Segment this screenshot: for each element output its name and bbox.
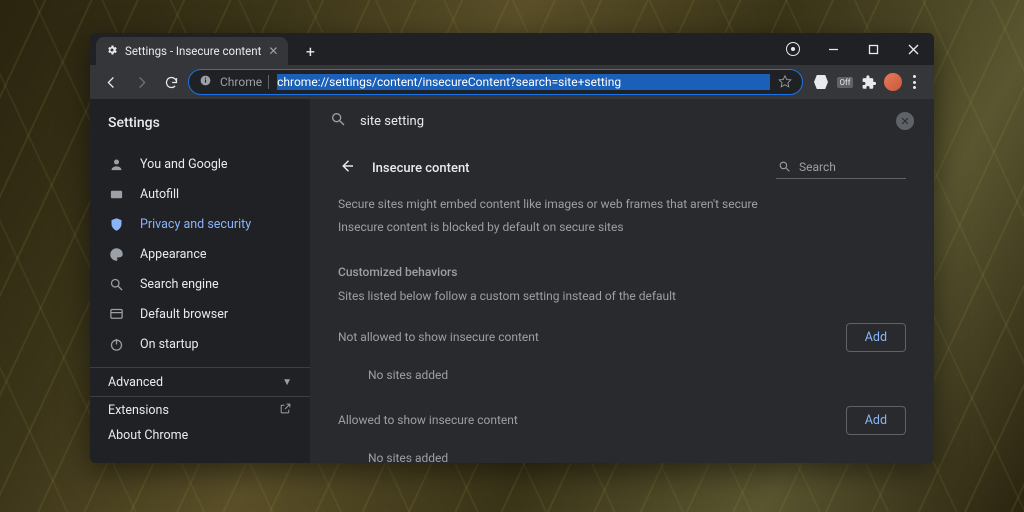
- sidebar-item-privacy[interactable]: Privacy and security: [90, 209, 310, 239]
- sidebar-extensions-link[interactable]: Extensions: [90, 396, 310, 422]
- tab-title: Settings - Insecure content: [125, 44, 261, 58]
- close-button[interactable]: [896, 35, 930, 63]
- clear-search-button[interactable]: ✕: [896, 112, 914, 130]
- window-controls: [776, 33, 934, 65]
- settings-sidebar: Settings You and Google Autofill Privacy…: [90, 99, 310, 463]
- shield-icon: [108, 216, 124, 232]
- power-icon: [108, 336, 124, 352]
- maximize-button[interactable]: [856, 35, 890, 63]
- url-text: chrome://settings/content/insecureConten…: [277, 74, 770, 90]
- search-icon: [778, 160, 791, 173]
- sidebar-item-autofill[interactable]: Autofill: [90, 179, 310, 209]
- settings-search-bar: ✕: [310, 99, 934, 143]
- add-button[interactable]: Add: [846, 323, 906, 352]
- empty-state: No sites added: [338, 360, 906, 402]
- sidebar-item-appearance[interactable]: Appearance: [90, 239, 310, 269]
- autofill-icon: [108, 186, 124, 202]
- sidebar-about-link[interactable]: About Chrome: [90, 423, 310, 449]
- content-area: Settings You and Google Autofill Privacy…: [90, 99, 934, 463]
- sidebar-item-label: Search engine: [140, 277, 219, 292]
- extensions-icon[interactable]: [859, 72, 879, 92]
- row-label: Not allowed to show insecure content: [338, 330, 539, 344]
- not-allowed-row: Not allowed to show insecure content Add: [338, 319, 906, 360]
- avatar[interactable]: [883, 72, 903, 92]
- sidebar-item-on-startup[interactable]: On startup: [90, 329, 310, 359]
- bookmark-icon[interactable]: [778, 74, 792, 91]
- appearance-icon: [108, 246, 124, 262]
- page-search-placeholder: Search: [799, 160, 836, 174]
- reload-button[interactable]: [158, 69, 184, 95]
- page-description: Secure sites might embed content like im…: [338, 193, 906, 257]
- extensions-area: Off: [807, 72, 926, 92]
- sidebar-item-label: Privacy and security: [140, 217, 251, 232]
- back-button[interactable]: [98, 69, 124, 95]
- sidebar-item-you-and-google[interactable]: You and Google: [90, 149, 310, 179]
- allowed-row: Allowed to show insecure content Add: [338, 402, 906, 443]
- off-ext-icon[interactable]: Off: [835, 72, 855, 92]
- sidebar-item-default-browser[interactable]: Default browser: [90, 299, 310, 329]
- sidebar-item-label: Autofill: [140, 187, 179, 202]
- settings-main: ✕ Insecure content Search Secure sites m…: [310, 99, 934, 463]
- settings-search-input[interactable]: [360, 114, 882, 129]
- person-icon: [108, 156, 124, 172]
- site-info-icon[interactable]: [199, 74, 212, 90]
- forward-button[interactable]: [128, 69, 154, 95]
- reader-ext-icon[interactable]: [811, 72, 831, 92]
- sidebar-title: Settings: [90, 113, 310, 145]
- sidebar-item-label: On startup: [140, 337, 198, 352]
- settings-page: Insecure content Search Secure sites mig…: [310, 143, 934, 463]
- search-icon: [108, 276, 124, 292]
- sidebar-item-label: Appearance: [140, 247, 207, 262]
- page-title: Insecure content: [372, 161, 760, 176]
- tab-strip: Settings - Insecure content ✕ +: [90, 33, 934, 65]
- empty-state: No sites added: [338, 443, 906, 463]
- chevron-down-icon: ▼: [282, 377, 292, 388]
- sidebar-item-label: Default browser: [140, 307, 228, 322]
- page-back-button[interactable]: [338, 157, 356, 179]
- search-icon: [330, 111, 346, 131]
- close-icon[interactable]: ✕: [268, 44, 278, 58]
- gear-icon: [106, 44, 118, 59]
- page-header: Insecure content Search: [338, 151, 906, 193]
- sidebar-item-search-engine[interactable]: Search engine: [90, 269, 310, 299]
- sidebar-item-label: You and Google: [140, 157, 228, 172]
- open-external-icon: [279, 402, 292, 419]
- browser-icon: [108, 306, 124, 322]
- row-label: Allowed to show insecure content: [338, 413, 518, 427]
- section-heading: Customized behaviors: [338, 257, 906, 279]
- minimize-button[interactable]: [816, 35, 850, 63]
- address-bar[interactable]: Chrome chrome://settings/content/insecur…: [188, 69, 803, 95]
- toolbar: Chrome chrome://settings/content/insecur…: [90, 65, 934, 99]
- new-tab-button[interactable]: +: [298, 39, 322, 63]
- page-search-field[interactable]: Search: [776, 158, 906, 179]
- sidebar-advanced[interactable]: Advanced▼: [90, 367, 310, 396]
- add-button[interactable]: Add: [846, 406, 906, 435]
- tab-search-icon[interactable]: [776, 35, 810, 63]
- browser-window: Settings - Insecure content ✕ + Chrome c…: [90, 33, 934, 463]
- menu-button[interactable]: [907, 75, 922, 89]
- section-description: Sites listed below follow a custom setti…: [338, 279, 906, 319]
- browser-tab[interactable]: Settings - Insecure content ✕: [96, 37, 288, 65]
- url-chip: Chrome: [220, 75, 269, 89]
- sidebar-nav: You and Google Autofill Privacy and secu…: [90, 145, 310, 359]
